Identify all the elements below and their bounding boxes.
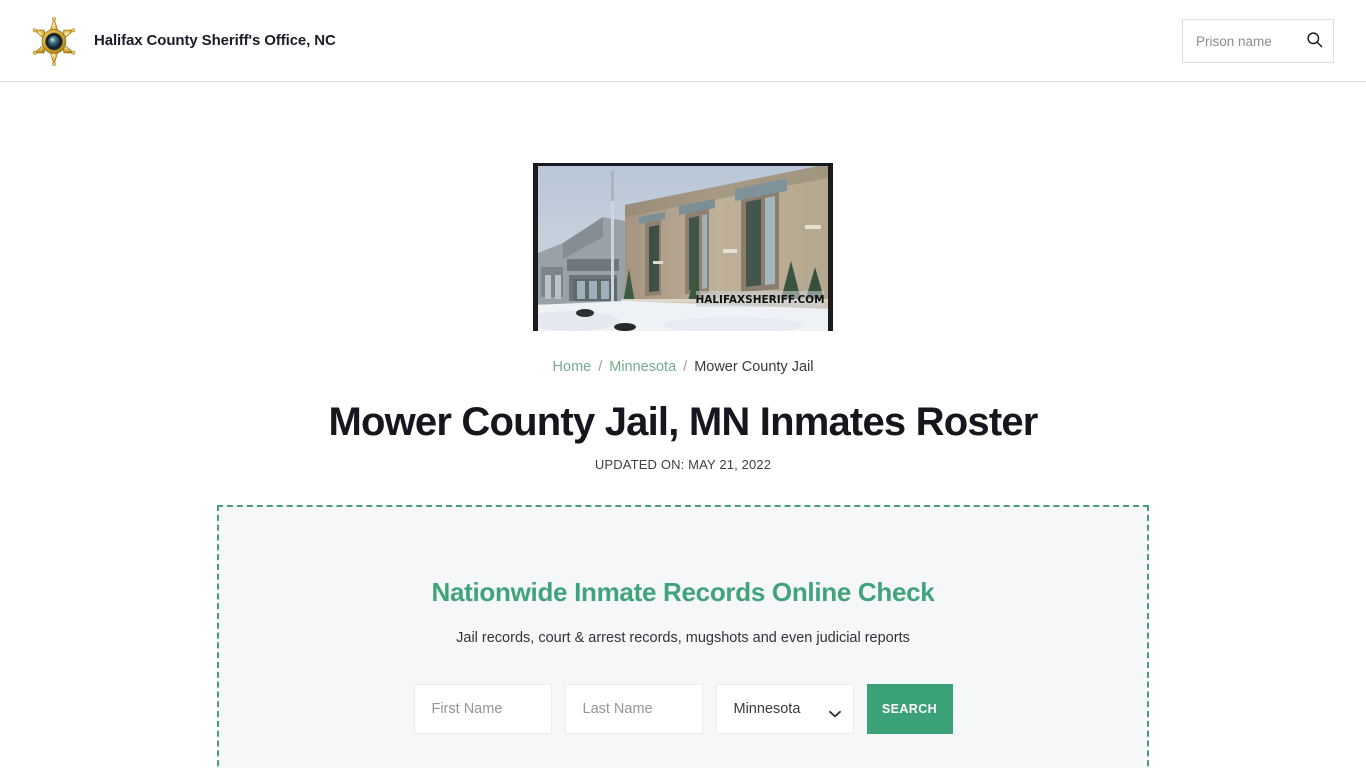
photo-watermark: HALIFAXSHERIFF.COM	[695, 294, 824, 306]
brand-title: Halifax County Sheriff's Office, NC	[94, 32, 336, 49]
promo-title: Nationwide Inmate Records Online Check	[431, 576, 935, 607]
breadcrumb: Home / Minnesota / Mower County Jail	[0, 359, 1366, 376]
sheriff-star-badge-icon	[28, 15, 80, 67]
promo-search-button[interactable]: SEARCH	[866, 683, 953, 734]
jail-photo: HALIFAXSHERIFF.COM	[533, 163, 833, 331]
breadcrumb-item-home[interactable]: Home	[553, 359, 592, 375]
inmate-records-promo-box: Nationwide Inmate Records Online Check J…	[217, 505, 1149, 768]
breadcrumb-separator: /	[598, 359, 603, 375]
header-search-box[interactable]	[1182, 19, 1334, 63]
search-input[interactable]	[1194, 32, 1304, 50]
breadcrumb-separator: /	[683, 359, 688, 375]
first-name-input[interactable]	[413, 683, 552, 734]
search-submit-button[interactable]	[1303, 28, 1325, 54]
site-header: Halifax County Sheriff's Office, NC	[0, 0, 1366, 82]
state-select[interactable]: Minnesota	[715, 683, 854, 734]
search-icon	[1305, 30, 1324, 52]
inmate-search-form: Minnesota SEARCH	[249, 683, 1117, 734]
updated-on-text: UPDATED ON: MAY 21, 2022	[594, 457, 772, 473]
breadcrumb-item-minnesota[interactable]: Minnesota	[609, 359, 676, 375]
promo-subtitle: Jail records, court & arrest records, mu…	[456, 629, 910, 646]
breadcrumb-item-current: Mower County Jail	[694, 359, 814, 375]
last-name-input[interactable]	[564, 683, 703, 734]
brand[interactable]: Halifax County Sheriff's Office, NC	[28, 15, 336, 67]
page-title: Mower County Jail, MN Inmates Roster	[328, 400, 1038, 445]
state-select-wrapper[interactable]: Minnesota	[715, 683, 854, 734]
page-main: HALIFAXSHERIFF.COM Home / Minnesota / Mower …	[0, 163, 1366, 768]
